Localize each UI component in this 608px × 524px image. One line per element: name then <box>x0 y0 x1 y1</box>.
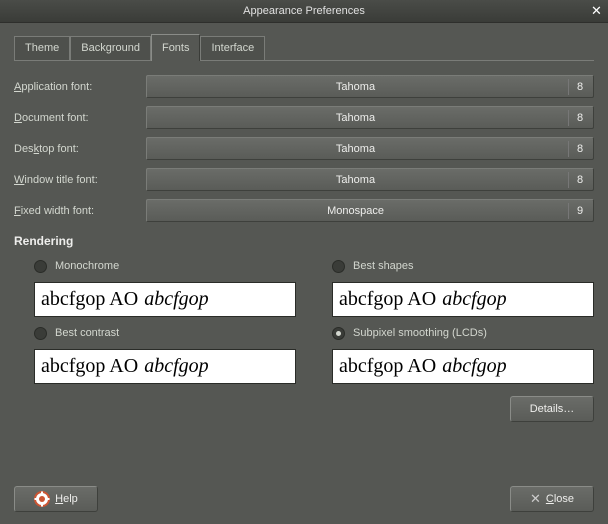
content-area: Theme Background Fonts Interface Applica… <box>0 23 608 436</box>
details-button[interactable]: Details… <box>510 396 594 422</box>
row-desktop-font: Desktop font: Tahoma 8 <box>14 137 594 160</box>
font-button-fixed-width[interactable]: Monospace 9 <box>146 199 594 222</box>
font-name: Tahoma <box>147 81 564 93</box>
font-size: 8 <box>573 81 593 93</box>
label-document-font: Document font: <box>14 112 146 124</box>
sample-best-contrast: abcfgop AOabcfgop <box>34 349 296 384</box>
font-name: Tahoma <box>147 143 564 155</box>
button-label: Details… <box>530 403 575 415</box>
tab-label: Fonts <box>162 42 190 54</box>
font-size: 8 <box>573 143 593 155</box>
radio-icon <box>34 327 47 340</box>
tab-label: Background <box>81 42 140 54</box>
tab-theme[interactable]: Theme <box>14 36 70 60</box>
label-desktop-font: Desktop font: <box>14 143 146 155</box>
tab-interface[interactable]: Interface <box>200 36 265 60</box>
row-document-font: Document font: Tahoma 8 <box>14 106 594 129</box>
row-application-font: Application font: Tahoma 8 <box>14 75 594 98</box>
button-label: Close <box>546 493 574 505</box>
rendering-heading: Rendering <box>14 234 594 248</box>
close-x-icon: ✕ <box>530 491 541 507</box>
radio-best-contrast[interactable]: Best contrast <box>14 323 296 343</box>
font-button-application[interactable]: Tahoma 8 <box>146 75 594 98</box>
sample-best-shapes: abcfgop AOabcfgop <box>332 282 594 317</box>
font-button-window-title[interactable]: Tahoma 8 <box>146 168 594 191</box>
radio-icon <box>332 260 345 273</box>
titlebar: Appearance Preferences ✕ <box>0 0 608 23</box>
tab-background[interactable]: Background <box>70 36 151 60</box>
tab-label: Interface <box>211 42 254 54</box>
font-button-document[interactable]: Tahoma 8 <box>146 106 594 129</box>
font-name: Tahoma <box>147 112 564 124</box>
radio-monochrome[interactable]: Monochrome <box>14 256 296 276</box>
separator <box>568 203 569 219</box>
radio-best-shapes[interactable]: Best shapes <box>312 256 594 276</box>
label-fixed-width-font: Fixed width font: <box>14 205 146 217</box>
footer: Help ✕ Close <box>14 486 594 512</box>
font-size: 8 <box>573 112 593 124</box>
tab-bar: Theme Background Fonts Interface <box>14 33 594 61</box>
window-title: Appearance Preferences <box>0 5 608 17</box>
close-icon[interactable]: ✕ <box>589 4 604 19</box>
label-application-font: Application font: <box>14 81 146 93</box>
button-label: Help <box>55 493 78 505</box>
close-button[interactable]: ✕ Close <box>510 486 594 512</box>
radio-icon <box>332 327 345 340</box>
separator <box>568 172 569 188</box>
separator <box>568 79 569 95</box>
row-window-title-font: Window title font: Tahoma 8 <box>14 168 594 191</box>
font-size: 8 <box>573 174 593 186</box>
rendering-grid: Monochrome Best shapes abcfgop AOabcfgop… <box>14 256 594 384</box>
font-name: Tahoma <box>147 174 564 186</box>
details-row: Details… <box>14 396 594 422</box>
help-button[interactable]: Help <box>14 486 98 512</box>
sample-subpixel: abcfgop AOabcfgop <box>332 349 594 384</box>
tab-label: Theme <box>25 42 59 54</box>
separator <box>568 141 569 157</box>
separator <box>568 110 569 126</box>
font-button-desktop[interactable]: Tahoma 8 <box>146 137 594 160</box>
font-name: Monospace <box>147 205 564 217</box>
radio-label: Best shapes <box>353 260 414 272</box>
font-size: 9 <box>573 205 593 217</box>
sample-monochrome: abcfgop AOabcfgop <box>34 282 296 317</box>
radio-label: Best contrast <box>55 327 119 339</box>
help-icon <box>34 491 50 507</box>
row-fixed-width-font: Fixed width font: Monospace 9 <box>14 199 594 222</box>
radio-icon <box>34 260 47 273</box>
radio-subpixel[interactable]: Subpixel smoothing (LCDs) <box>312 323 594 343</box>
label-window-title-font: Window title font: <box>14 174 146 186</box>
radio-label: Subpixel smoothing (LCDs) <box>353 327 487 339</box>
tab-fonts[interactable]: Fonts <box>151 34 201 61</box>
radio-label: Monochrome <box>55 260 119 272</box>
